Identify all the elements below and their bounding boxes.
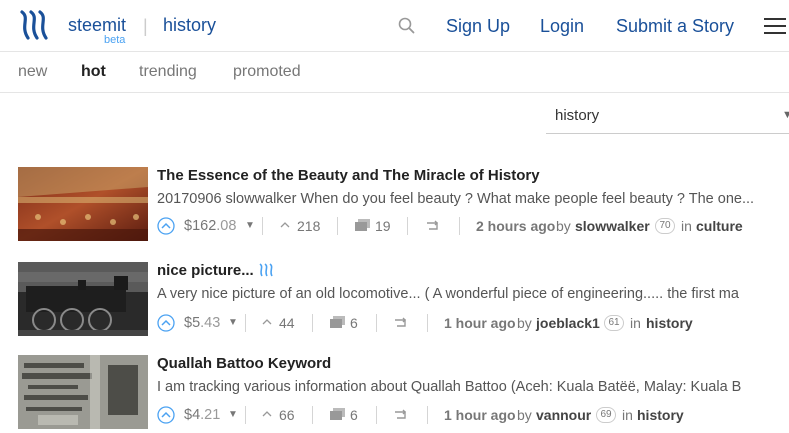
search-icon[interactable] (398, 17, 415, 34)
reputation-badge: 61 (604, 315, 624, 331)
payout-value[interactable]: $162.08 (184, 216, 236, 236)
in-label: in (630, 315, 641, 331)
post-category[interactable]: culture (696, 216, 743, 236)
hamburger-menu-icon[interactable] (764, 18, 786, 35)
post-footer: $5.43 ▼ 44 6 1 hour ago by joeblack1 61 … (157, 313, 789, 333)
votes-count[interactable]: 218 (297, 216, 320, 236)
chevron-down-icon: ▼ (782, 109, 789, 121)
comments-count[interactable]: 19 (375, 216, 391, 236)
tab-promoted[interactable]: promoted (233, 63, 301, 81)
comments-icon (330, 408, 345, 420)
post-thumbnail[interactable] (18, 355, 148, 429)
topic-select-value: history (555, 107, 600, 124)
section-title[interactable]: history (163, 15, 216, 35)
tab-new[interactable]: new (18, 63, 47, 81)
post-summary[interactable]: I am tracking various information about … (157, 379, 789, 396)
votes-icon (262, 319, 272, 325)
post-title[interactable]: nice picture... (157, 262, 274, 280)
upvote-icon[interactable] (157, 217, 175, 235)
votes-icon (280, 222, 290, 228)
comments-count[interactable]: 6 (350, 313, 358, 333)
by-label: by (556, 218, 571, 234)
payout-caret-icon[interactable]: ▼ (245, 216, 255, 236)
post-time[interactable]: 1 hour ago (444, 313, 516, 333)
sort-tabs: new hot trending promoted (0, 52, 789, 93)
post-summary[interactable]: 20170906 slowwalker When do you feel bea… (157, 191, 789, 208)
upvote-icon[interactable] (157, 314, 175, 332)
post-time[interactable]: 2 hours ago (476, 216, 555, 236)
payout-value[interactable]: $4.21 (184, 405, 220, 425)
reputation-badge: 69 (596, 407, 616, 423)
votes-icon (262, 411, 272, 417)
reputation-badge: 70 (655, 218, 675, 234)
post-footer: $4.21 ▼ 66 6 1 hour ago by vannour 69 in… (157, 405, 789, 425)
payout-caret-icon[interactable]: ▼ (228, 405, 238, 425)
in-label: in (622, 407, 633, 423)
top-header: steemit beta | history Sign Up Login Sub… (0, 0, 789, 52)
post-author[interactable]: vannour (536, 405, 591, 425)
by-label: by (517, 407, 532, 423)
post-author[interactable]: slowwalker (575, 216, 650, 236)
header-separator: | (143, 16, 148, 36)
steemit-logo-icon[interactable] (18, 8, 52, 42)
post-title[interactable]: Quallah Battoo Keyword (157, 355, 331, 373)
post-summary[interactable]: A very nice picture of an old locomotive… (157, 286, 789, 303)
by-label: by (517, 315, 532, 331)
in-label: in (681, 218, 692, 234)
submit-story-link[interactable]: Submit a Story (616, 15, 734, 37)
comments-count[interactable]: 6 (350, 405, 358, 425)
brand-name[interactable]: steemit (68, 15, 126, 35)
tab-hot[interactable]: hot (81, 63, 106, 81)
resteem-icon[interactable] (393, 408, 409, 422)
upvote-icon[interactable] (157, 406, 175, 424)
post-footer: $162.08 ▼ 218 19 2 hours ago by slowwalk… (157, 216, 789, 236)
post-item: Quallah Battoo Keyword I am tracking var… (0, 355, 789, 433)
login-link[interactable]: Login (540, 15, 584, 37)
comments-icon (355, 219, 370, 231)
payout-value[interactable]: $5.43 (184, 313, 220, 333)
sign-up-link[interactable]: Sign Up (446, 15, 510, 37)
post-item: The Essence of the Beauty and The Miracl… (0, 167, 789, 257)
resteem-icon[interactable] (393, 316, 409, 330)
beta-label: beta (104, 34, 126, 46)
post-thumbnail[interactable] (18, 262, 148, 336)
steemit-mini-icon (259, 263, 273, 277)
comments-icon (330, 316, 345, 328)
payout-caret-icon[interactable]: ▼ (228, 313, 238, 333)
post-item: nice picture... A very nice picture of a… (0, 262, 789, 352)
post-category[interactable]: history (646, 313, 693, 333)
topic-select[interactable]: history ▼ (546, 98, 789, 134)
post-category[interactable]: history (637, 405, 684, 425)
votes-count[interactable]: 44 (279, 313, 295, 333)
post-title[interactable]: The Essence of the Beauty and The Miracl… (157, 167, 540, 185)
post-thumbnail[interactable] (18, 167, 148, 241)
votes-count[interactable]: 66 (279, 405, 295, 425)
post-time[interactable]: 1 hour ago (444, 405, 516, 425)
resteem-icon[interactable] (425, 219, 441, 233)
tab-trending[interactable]: trending (139, 63, 197, 81)
post-author[interactable]: joeblack1 (536, 313, 600, 333)
